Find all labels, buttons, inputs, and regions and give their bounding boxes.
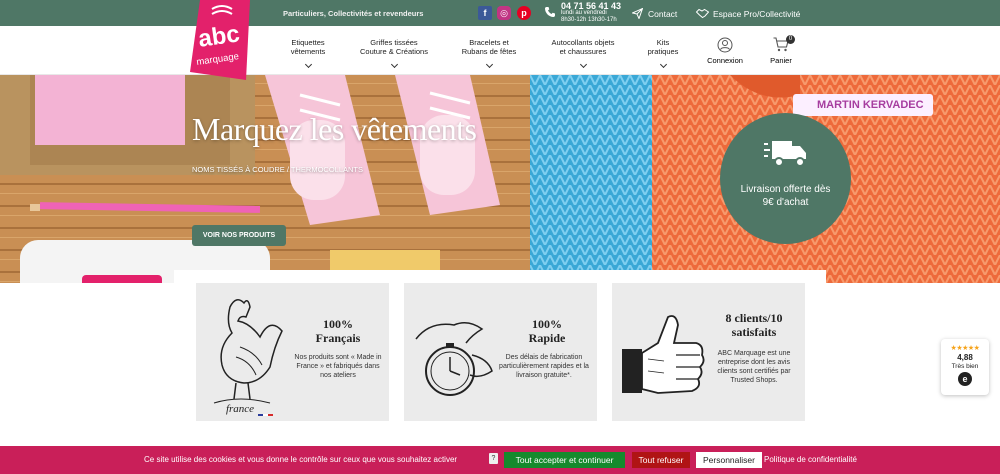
- nav-label-line1: Bracelets et: [469, 38, 509, 47]
- feature-title-line2: Français: [315, 331, 361, 345]
- feature-title: 100% Français: [296, 317, 380, 345]
- nav-label-line1: Griffes tissées: [370, 38, 418, 47]
- paper-plane-icon: [632, 8, 643, 19]
- feature-title-line2: Rapide: [528, 331, 566, 345]
- contact-link[interactable]: Contact: [648, 9, 677, 19]
- hero-title: Marquez les vêtements: [192, 111, 477, 147]
- nav-label-line2: pratiques: [647, 47, 679, 56]
- trusted-shops-badge[interactable]: ★★★★★ 4,88 Très bien e: [941, 339, 989, 395]
- logo-brand: abc: [197, 20, 242, 52]
- nav-kits-pratiques[interactable]: Kits pratiques: [642, 38, 684, 69]
- phone-hours-times: 8h30-12h 13h30-17h: [561, 17, 617, 23]
- cart-label: Panier: [770, 56, 792, 65]
- trusted-shops-seal-icon: e: [958, 372, 972, 386]
- feature-card-fast: 100% Rapide Des délais de fabrication pa…: [404, 283, 597, 421]
- abc-marquage-logo[interactable]: abc marquage: [190, 0, 250, 80]
- pro-space-link[interactable]: Espace Pro/Collectivité: [713, 9, 800, 19]
- rating-label: Très bien: [951, 363, 979, 370]
- account-button[interactable]: Connexion: [704, 37, 746, 65]
- feature-card-french: france 100% Français Nos produits sont «…: [196, 283, 389, 421]
- feature-description: Nos produits sont « Made in France » et …: [294, 354, 382, 379]
- cart-count-badge: 0: [786, 35, 795, 44]
- feature-title: 8 clients/10 satisfaits: [708, 311, 800, 339]
- chevron-down-icon: [304, 60, 312, 69]
- rooster-icon: france: [213, 299, 283, 416]
- feature-title: 100% Rapide: [502, 317, 592, 345]
- view-products-button[interactable]: VOIR NOS PRODUITS: [192, 225, 286, 246]
- nav-bracelets-rubans[interactable]: Bracelets et Rubans de fêtes: [456, 38, 522, 69]
- chevron-down-icon: [659, 60, 667, 69]
- pinterest-icon[interactable]: p: [517, 6, 531, 20]
- nav-label-line1: Etiquettes: [291, 38, 325, 47]
- chevron-down-icon: [579, 60, 587, 69]
- nav-label-line1: Autocollants objets: [551, 38, 615, 47]
- phone-hours-days: lundi au vendredi: [561, 10, 607, 16]
- free-delivery-badge: Livraison offerte dès 9€ d'achat: [720, 113, 851, 244]
- instagram-icon[interactable]: ◎: [497, 6, 511, 20]
- rating-score: 4,88: [957, 353, 973, 362]
- hero-banner: MARTIN KERVADEC Marquez les vêtements NO…: [0, 75, 1000, 283]
- tagline: Particuliers, Collectivités et revendeur…: [283, 9, 424, 18]
- refuse-all-button[interactable]: Tout refuser: [632, 452, 690, 468]
- rating-stars: ★★★★★: [950, 345, 980, 352]
- feature-title-line1: 8 clients/10: [725, 311, 783, 325]
- privacy-policy-link[interactable]: Politique de confidentialité: [764, 455, 857, 464]
- nav-label-line2: et chaussures: [559, 47, 607, 56]
- nav-label-line1: Kits: [656, 38, 670, 47]
- truck-icon: [764, 141, 806, 167]
- customize-button[interactable]: Personnaliser: [696, 452, 762, 468]
- name-label-tag: MARTIN KERVADEC: [793, 94, 933, 116]
- cookie-help-icon[interactable]: ?: [489, 453, 498, 464]
- phone-icon: [545, 7, 555, 17]
- nav-griffes-tissees[interactable]: Griffes tissées Couture & Créations: [352, 38, 436, 69]
- stopwatch-icon: [415, 322, 493, 396]
- nav-label-line2: Rubans de fêtes: [461, 47, 517, 56]
- feature-description: ABC Marquage est une entreprise dont les…: [717, 350, 791, 384]
- delivery-text: Livraison offerte dès 9€ d'achat: [726, 183, 845, 209]
- thumbs-up-icon: [622, 315, 705, 394]
- feature-title-line2: satisfaits: [731, 325, 777, 339]
- feature-card-satisfied: 8 clients/10 satisfaits ABC Marquage est…: [612, 283, 805, 421]
- accept-all-button[interactable]: Tout accepter et continuer: [504, 452, 625, 468]
- nav-autocollants[interactable]: Autocollants objets et chaussures: [545, 38, 621, 69]
- cart-button[interactable]: 0 Panier: [764, 35, 798, 65]
- top-bar: Particuliers, Collectivités et revendeur…: [0, 0, 1000, 26]
- user-icon: [717, 37, 733, 53]
- cookie-message: Ce site utilise des cookies et vous donn…: [144, 455, 458, 464]
- france-signature: france: [226, 403, 254, 415]
- delivery-line2: 9€ d'achat: [762, 197, 809, 208]
- feature-title-line1: 100%: [323, 317, 353, 331]
- feature-title-line1: 100%: [532, 317, 562, 331]
- account-label: Connexion: [707, 56, 743, 65]
- main-header: Etiquettes vêtements Griffes tissées Cou…: [0, 26, 1000, 75]
- nav-label-line2: Couture & Créations: [360, 47, 428, 56]
- nav-label-line2: vêtements: [290, 47, 326, 56]
- chevron-down-icon: [390, 60, 398, 69]
- cookie-consent-bar: Ce site utilise des cookies et vous donn…: [0, 446, 1000, 474]
- delivery-line1: Livraison offerte dès: [740, 184, 831, 195]
- nav-etiquettes-vetements[interactable]: Etiquettes vêtements: [278, 38, 338, 69]
- chevron-down-icon: [485, 60, 493, 69]
- feature-description: Des délais de fabrication particulièreme…: [499, 354, 589, 379]
- features-section: france 100% Français Nos produits sont «…: [174, 270, 826, 446]
- facebook-icon[interactable]: f: [478, 6, 492, 20]
- handshake-icon: [696, 8, 709, 19]
- hero-subtitle: NOMS TISSÉS À COUDRE / THERMOCOLLANTS: [192, 165, 364, 174]
